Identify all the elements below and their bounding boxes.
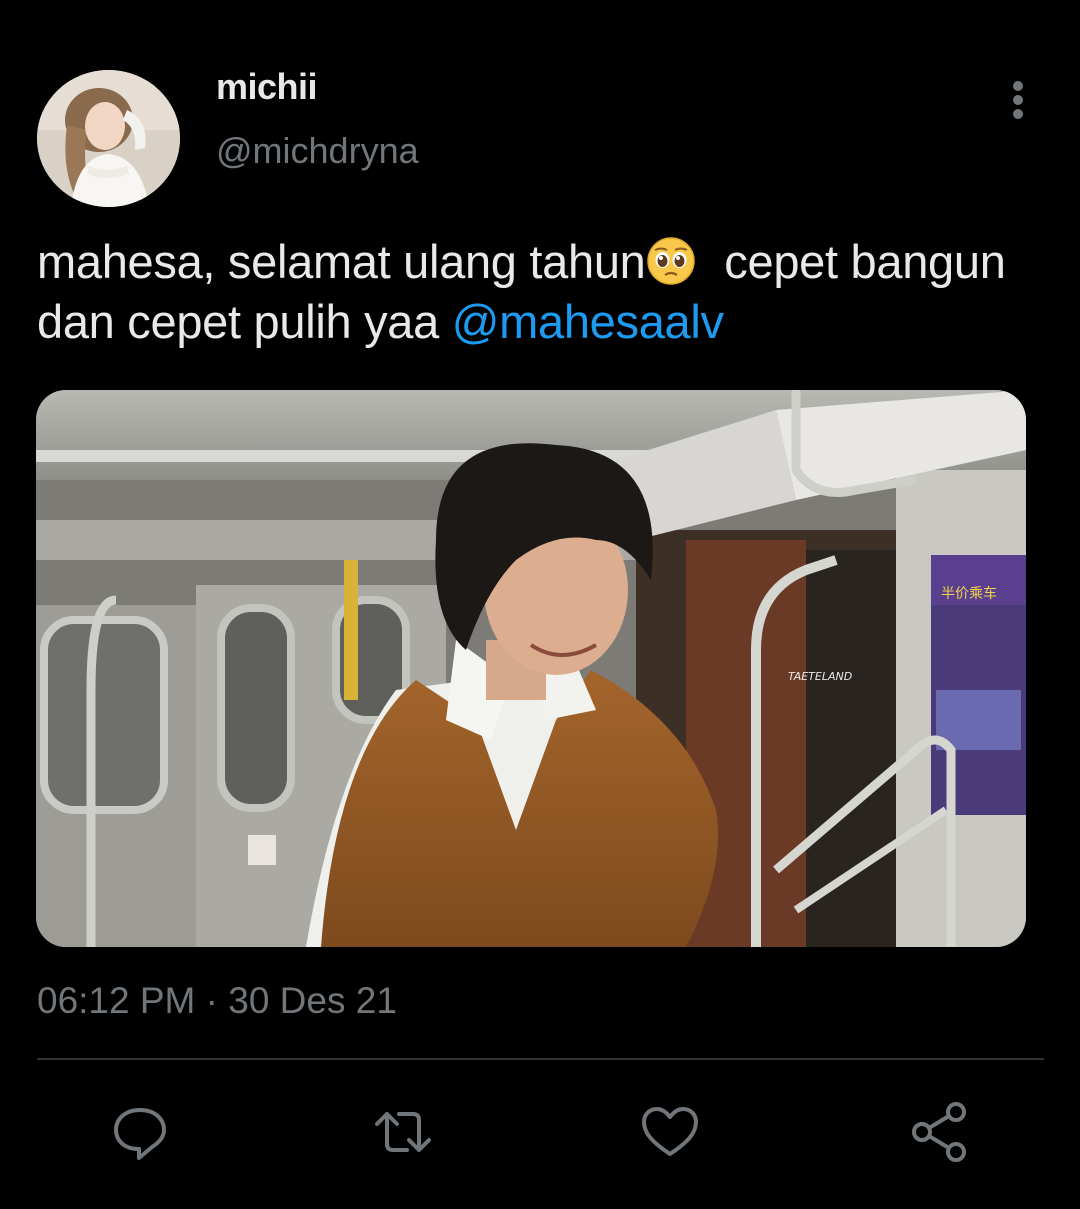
more-vertical-icon xyxy=(1013,81,1023,119)
subway-photo: 半价乘车 TAETELAND xyxy=(36,390,1026,947)
retweet-icon xyxy=(375,1112,431,1152)
ad-sign-text: 半价乘车 xyxy=(941,585,997,602)
mention-link[interactable]: @mahesaalv xyxy=(452,295,724,348)
like-button[interactable] xyxy=(638,1100,702,1164)
tweet-text-part1: mahesa, selamat ulang tahun xyxy=(37,235,646,288)
avatar-photo xyxy=(37,70,180,207)
actions-divider xyxy=(37,1058,1044,1060)
author-avatar[interactable] xyxy=(37,70,180,207)
media-caption: TAETELAND xyxy=(788,670,852,683)
share-button[interactable] xyxy=(908,1100,972,1164)
author-handle[interactable]: @michdryna xyxy=(216,130,419,172)
heart-icon xyxy=(642,1107,698,1156)
tweet-timestamp[interactable]: 06:12 PM · 30 Des 21 xyxy=(37,980,397,1022)
more-options-button[interactable] xyxy=(998,78,1038,122)
tweet-text: mahesa, selamat ulang tahun cepet bangun… xyxy=(37,232,1047,352)
tweet-media-image[interactable]: 半价乘车 TAETELAND xyxy=(36,390,1026,947)
comment-icon xyxy=(114,1108,166,1160)
retweet-button[interactable] xyxy=(371,1100,435,1164)
reply-button[interactable] xyxy=(108,1100,172,1164)
share-icon xyxy=(912,1102,966,1162)
pleading-face-icon xyxy=(646,236,696,286)
author-display-name[interactable]: michii xyxy=(216,66,318,108)
